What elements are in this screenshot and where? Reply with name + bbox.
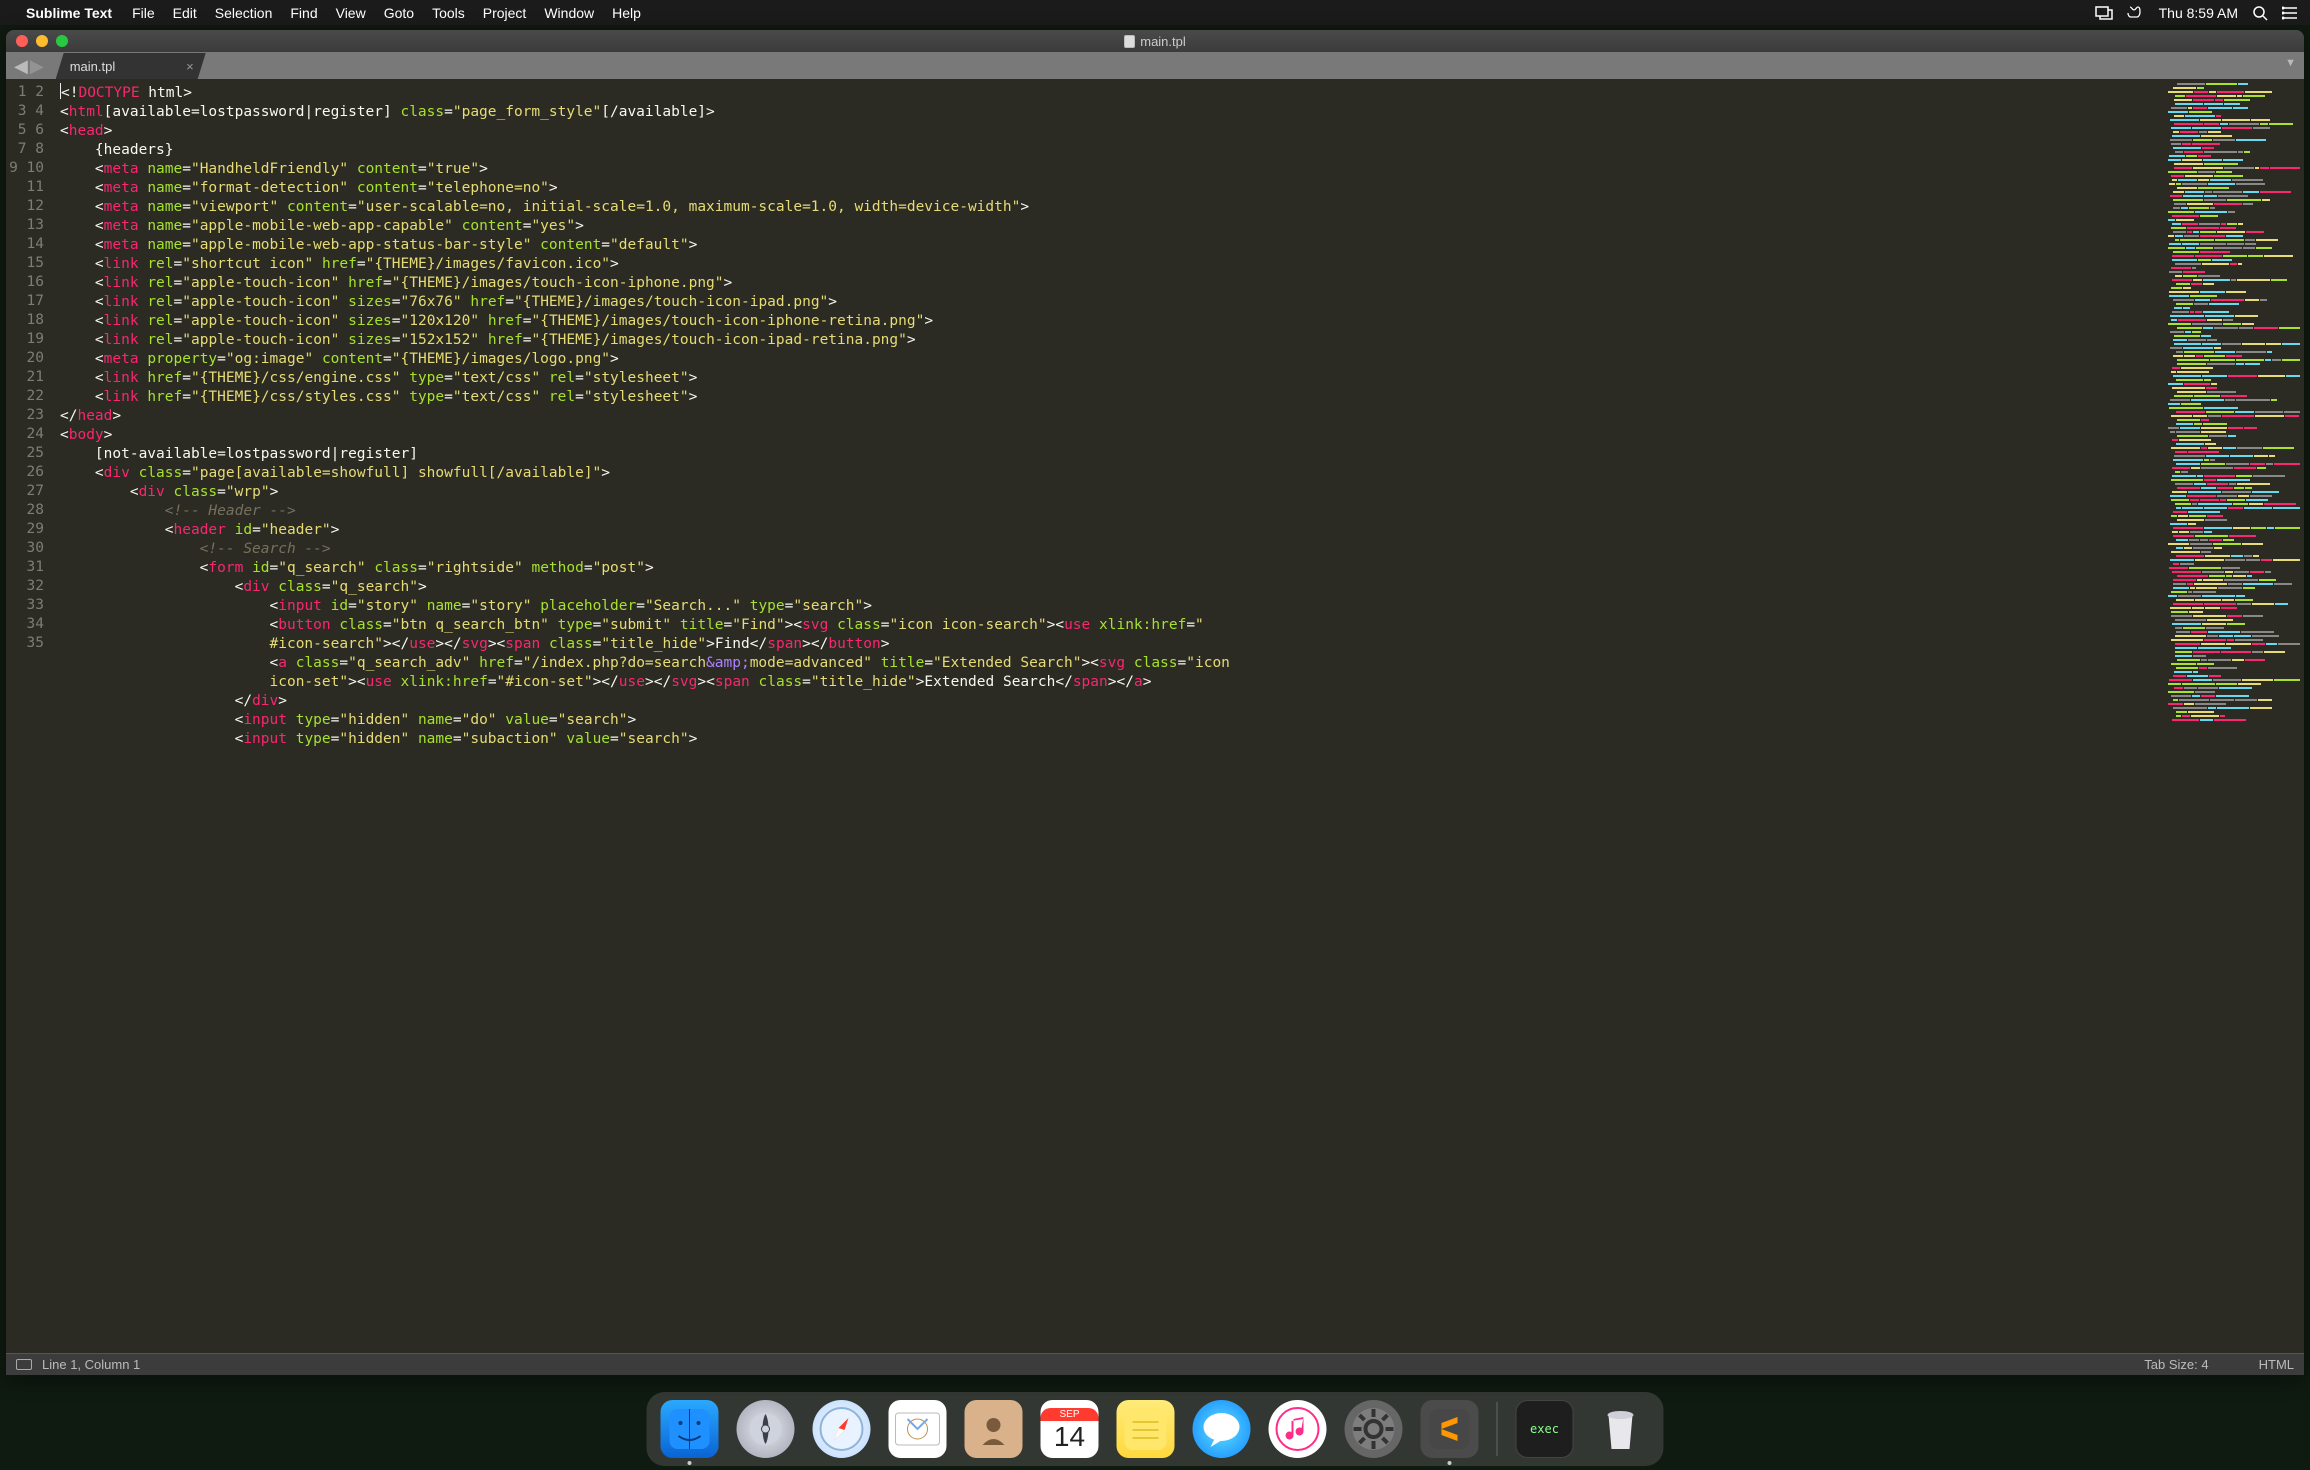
dock-notes[interactable] [1117,1400,1175,1458]
panel-switcher-icon[interactable] [16,1359,32,1370]
dock-mail[interactable] [889,1400,947,1458]
dock-terminal[interactable]: exec [1516,1400,1574,1458]
code-area[interactable]: <!DOCTYPE html><html[available=lostpassw… [52,79,2164,1353]
status-tabsize[interactable]: Tab Size: 4 [2144,1357,2208,1372]
dock-safari[interactable] [813,1400,871,1458]
menu-help[interactable]: Help [612,5,641,21]
menu-project[interactable]: Project [483,5,527,21]
dock-system-preferences[interactable] [1345,1400,1403,1458]
status-bar: Line 1, Column 1 Tab Size: 4 HTML [6,1353,2304,1375]
spotlight-icon[interactable] [2252,5,2268,21]
calendar-day: 14 [1054,1421,1085,1451]
file-icon [1124,35,1135,48]
screen-share-icon[interactable] [2095,6,2113,20]
sublime-window: main.tpl ◀ ▶ main.tpl × ▼ 1 2 3 4 5 6 7 … [6,30,2304,1375]
terminal-label: exec [1530,1422,1559,1436]
menu-window[interactable]: Window [544,5,594,21]
tab-label: main.tpl [70,59,116,74]
menu-edit[interactable]: Edit [173,5,197,21]
nav-forward-icon[interactable]: ▶ [30,57,44,75]
window-titlebar[interactable]: main.tpl [6,30,2304,52]
menubar-clock[interactable]: Thu 8:59 AM [2159,5,2238,21]
menu-file[interactable]: File [132,5,155,21]
nav-back-icon[interactable]: ◀ [14,57,28,75]
minimap[interactable] [2164,79,2304,1353]
notification-center-icon[interactable] [2282,6,2298,20]
menu-view[interactable]: View [336,5,366,21]
menu-tools[interactable]: Tools [432,5,465,21]
status-syntax[interactable]: HTML [2259,1357,2294,1372]
status-cursor[interactable]: Line 1, Column 1 [42,1357,140,1372]
dock: SEP 14 exec [647,1392,1664,1466]
dock-contacts[interactable] [965,1400,1023,1458]
window-title: main.tpl [6,34,2304,49]
tab-main[interactable]: main.tpl × [56,53,206,79]
script-icon[interactable] [2127,5,2143,21]
macos-menubar: Sublime Text File Edit Selection Find Vi… [0,0,2310,25]
editor[interactable]: 1 2 3 4 5 6 7 8 9 10 11 12 13 14 15 16 1… [6,79,2304,1353]
menubar-app-name[interactable]: Sublime Text [26,5,112,21]
window-title-text: main.tpl [1140,34,1186,49]
tab-dropdown-icon[interactable]: ▼ [2285,57,2296,69]
dock-finder[interactable] [661,1400,719,1458]
dock-sublime-text[interactable] [1421,1400,1479,1458]
calendar-month: SEP [1041,1408,1099,1421]
line-gutter: 1 2 3 4 5 6 7 8 9 10 11 12 13 14 15 16 1… [6,79,52,1353]
tab-close-icon[interactable]: × [186,59,194,74]
dock-messages[interactable] [1193,1400,1251,1458]
menu-goto[interactable]: Goto [384,5,414,21]
tab-bar: ◀ ▶ main.tpl × ▼ [6,52,2304,79]
menu-selection[interactable]: Selection [215,5,273,21]
dock-trash[interactable] [1592,1400,1650,1458]
dock-calendar[interactable]: SEP 14 [1041,1400,1099,1458]
menu-find[interactable]: Find [290,5,317,21]
dock-itunes[interactable] [1269,1400,1327,1458]
dock-separator [1497,1402,1498,1456]
dock-launchpad[interactable] [737,1400,795,1458]
